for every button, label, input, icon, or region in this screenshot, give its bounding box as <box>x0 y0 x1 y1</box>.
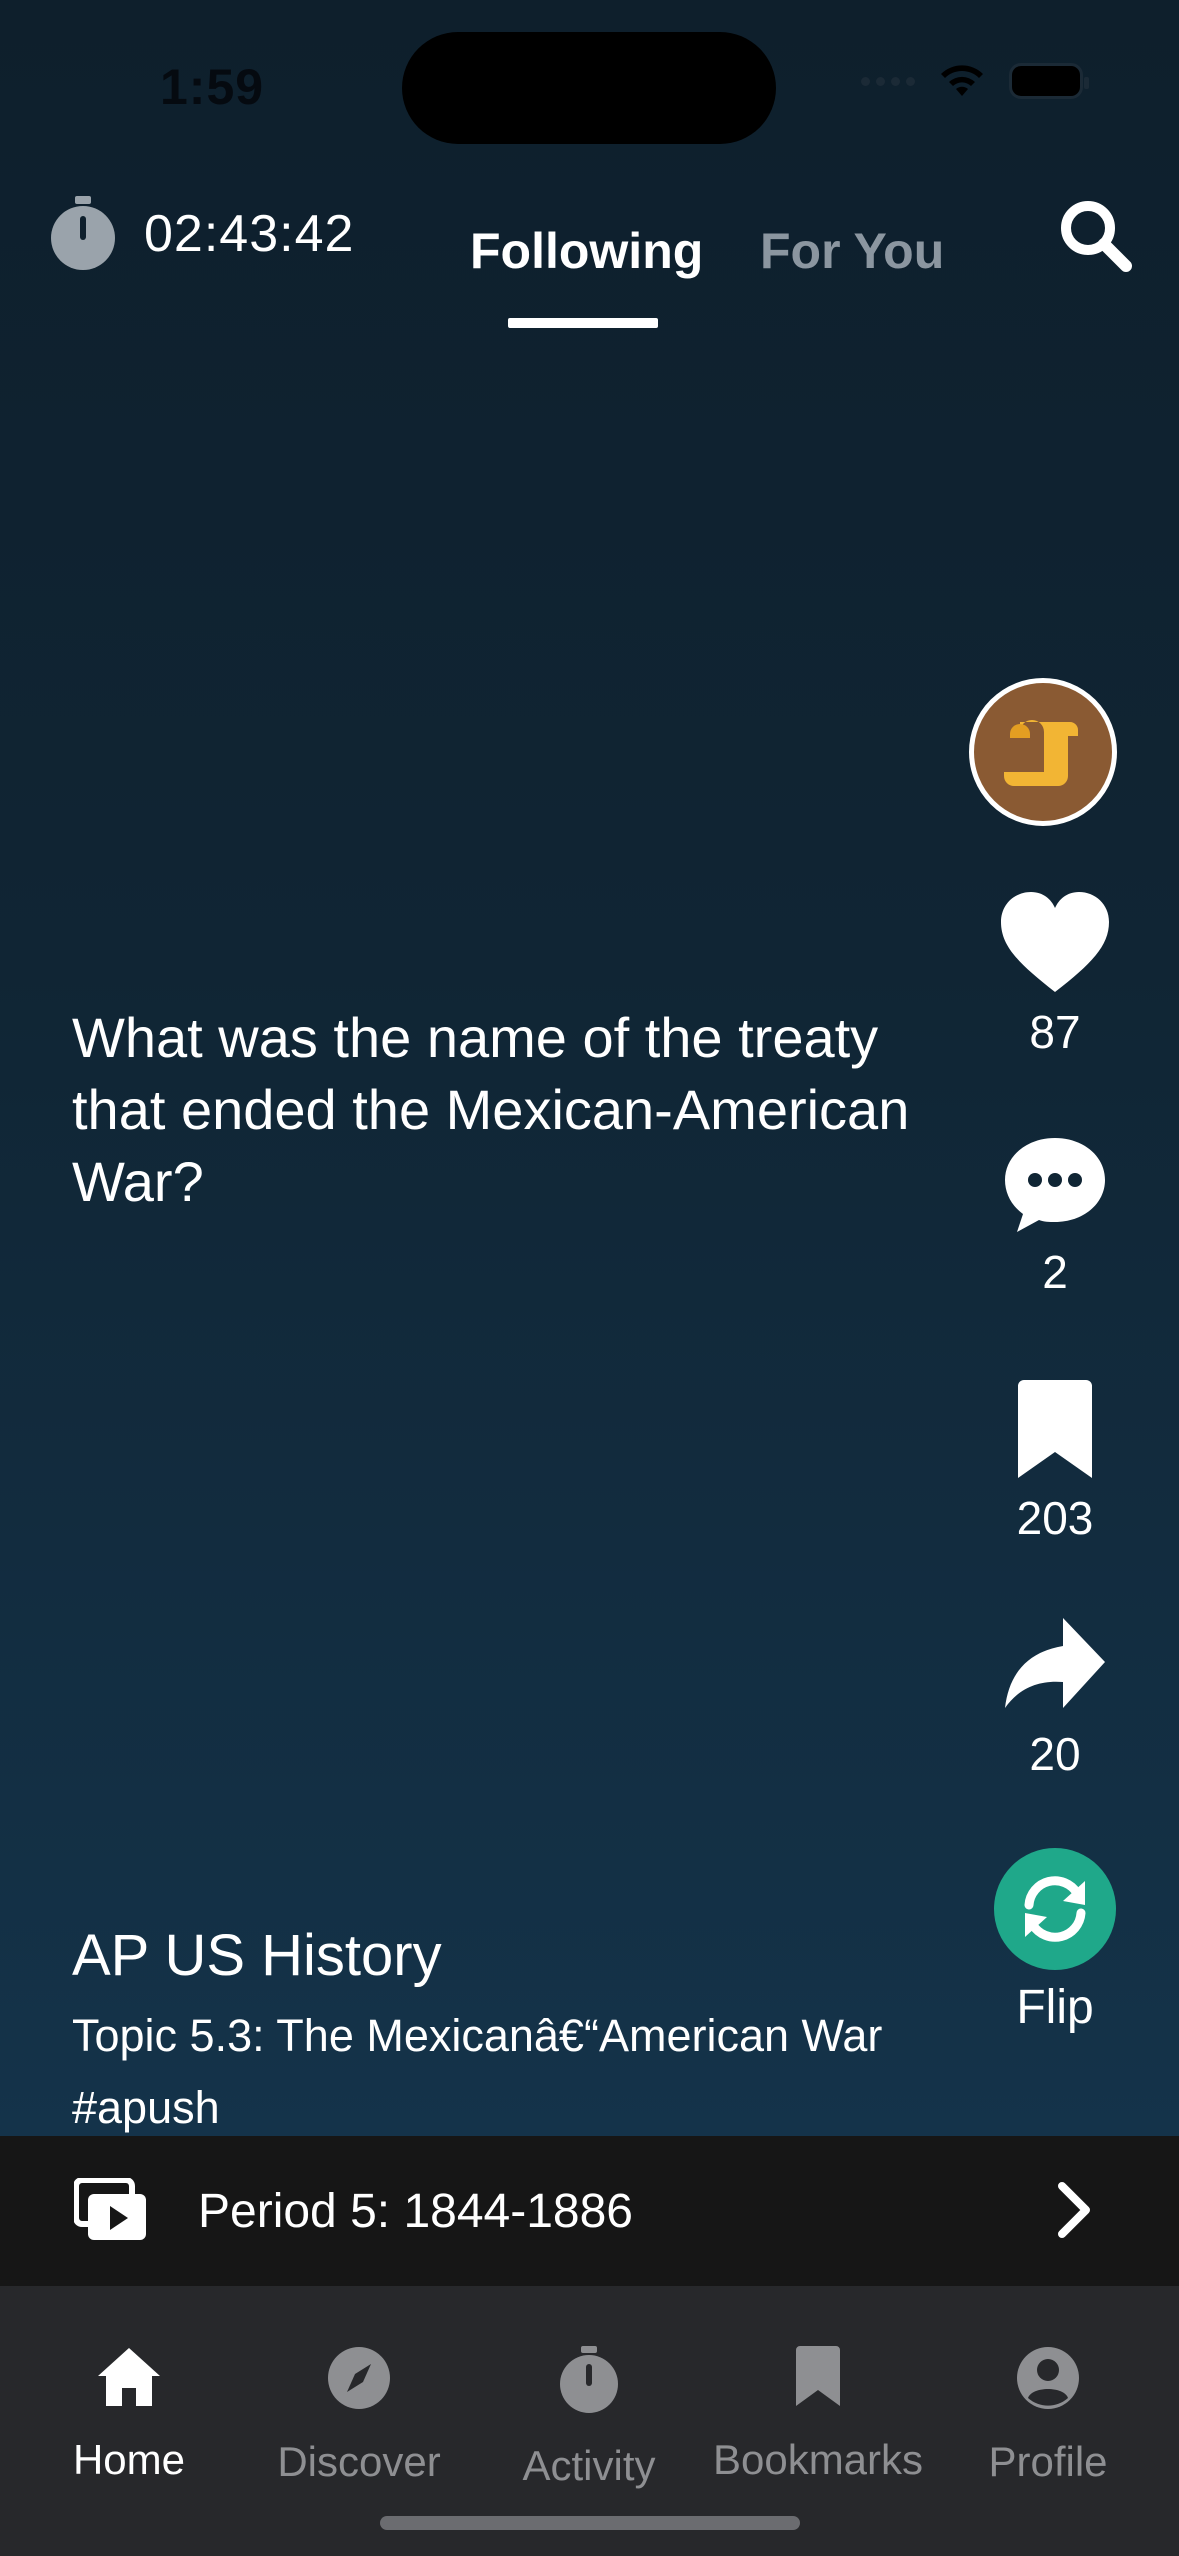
session-timer: 02:43:42 <box>48 196 354 272</box>
nav-discover[interactable]: Discover <box>244 2346 474 2486</box>
playlist-label: Period 5: 1844-1886 <box>198 2185 633 2238</box>
bookmark-icon <box>796 2346 840 2406</box>
dynamic-island <box>402 32 776 144</box>
bookmark-action[interactable]: 203 <box>975 1380 1135 1545</box>
refresh-icon <box>1024 1876 1086 1942</box>
nav-home-label: Home <box>72 2436 186 2483</box>
comment-count: 2 <box>1042 1246 1068 1298</box>
nav-home[interactable]: Home <box>14 2346 244 2484</box>
flip-button[interactable]: Flip <box>975 1848 1135 2035</box>
like-action[interactable]: 87 <box>975 890 1135 1059</box>
flip-label: Flip <box>1016 1981 1094 2034</box>
active-tab-indicator <box>508 318 658 328</box>
search-button[interactable] <box>1056 196 1136 276</box>
stopwatch-icon <box>51 196 115 270</box>
search-icon <box>1061 201 1132 272</box>
nav-profile[interactable]: Profile <box>933 2346 1163 2486</box>
like-count: 87 <box>1029 1006 1081 1058</box>
stopwatch-icon <box>560 2346 618 2413</box>
chevron-right-icon <box>1058 2182 1090 2238</box>
share-count: 20 <box>1029 1728 1081 1780</box>
question-text: What was the name of the treaty that end… <box>72 1006 910 1213</box>
bookmark-icon <box>1018 1380 1092 1478</box>
timer-value: 02:43:42 <box>144 205 355 263</box>
battery-icon <box>1009 63 1089 99</box>
scroll-icon <box>1004 720 1078 786</box>
home-icon <box>98 2348 160 2406</box>
comment-icon <box>1005 1138 1105 1232</box>
comment-action[interactable]: 2 <box>975 1134 1135 1299</box>
tab-for-you[interactable]: For You <box>760 222 944 280</box>
flip-circle <box>994 1848 1116 1970</box>
bookmark-count: 203 <box>1016 1492 1094 1544</box>
playlist-bar[interactable]: Period 5: 1844-1886 <box>0 2136 1179 2286</box>
share-icon <box>1005 1618 1105 1708</box>
card-description: Topic 5.3: The Mexicanâ€“American War #a… <box>72 2010 883 2133</box>
home-indicator <box>380 2516 800 2530</box>
cellular-signal-icon <box>861 76 915 86</box>
status-time: 1:59 <box>160 59 265 115</box>
nav-activity[interactable]: Activity <box>474 2346 704 2490</box>
nav-bookmarks-label: Bookmarks <box>712 2436 924 2483</box>
status-icons <box>861 62 1089 100</box>
share-action[interactable]: 20 <box>975 1616 1135 1781</box>
tab-following[interactable]: Following <box>470 222 703 280</box>
course-title[interactable]: AP US History <box>72 1922 442 1989</box>
nav-discover-label: Discover <box>277 2438 441 2485</box>
nav-profile-label: Profile <box>988 2438 1108 2485</box>
creator-avatar[interactable] <box>969 678 1117 826</box>
nav-bookmarks[interactable]: Bookmarks <box>703 2346 933 2484</box>
compass-icon <box>328 2347 390 2409</box>
nav-activity-label: Activity <box>522 2442 656 2489</box>
heart-icon <box>1001 892 1109 992</box>
playlist-icon <box>74 2178 146 2240</box>
wifi-icon <box>941 65 983 96</box>
profile-icon <box>1017 2347 1079 2409</box>
